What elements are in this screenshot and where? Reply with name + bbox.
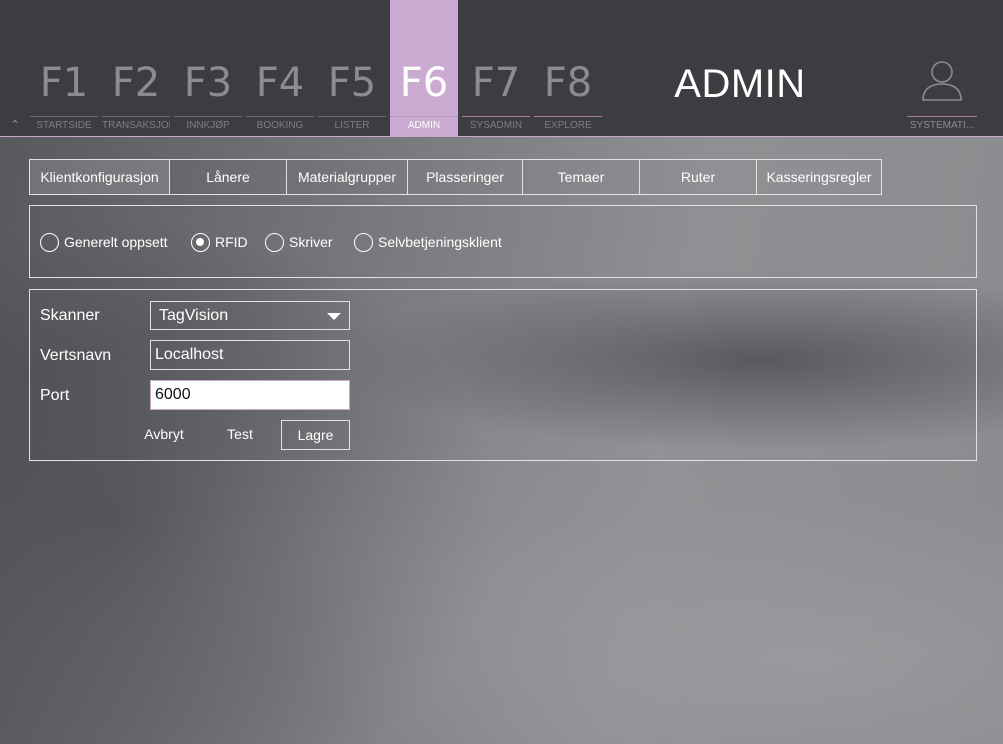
scanner-label: Skanner [40,307,100,324]
collapse-chevron-up-icon[interactable]: ⌃ [8,118,22,132]
fkey-f2-transaksjon[interactable]: F2 TRANSAKSJON [102,0,170,136]
fkey-number: F5 [327,60,377,106]
module-title: ADMIN [674,62,806,106]
radio-rfid[interactable]: RFID [191,232,248,252]
radio-generelt-oppsett[interactable]: Generelt oppsett [40,232,168,252]
fkey-f5-lister[interactable]: F5 LISTER [318,0,386,136]
fkey-number: F3 [183,60,233,106]
tab-lanere[interactable]: Lånere [170,159,287,195]
fkey-label: STARTSIDE [30,116,98,136]
tab-temaer[interactable]: Temaer [523,159,640,195]
user-menu-button[interactable]: SYSTEMATI... [907,55,977,136]
user-icon [922,61,962,101]
tab-klientkonfigurasjon[interactable]: Klientkonfigurasjon [29,159,170,195]
fkey-number: F8 [543,60,593,106]
hostname-input[interactable] [150,340,350,370]
tab-ruter[interactable]: Ruter [640,159,757,195]
port-input[interactable] [150,380,350,410]
cancel-button[interactable]: Avbryt [134,420,194,450]
fkey-f8-explore[interactable]: F8 EXPLORE [534,0,602,136]
radio-circle [265,232,284,252]
fkey-f6-admin[interactable]: F6 ADMIN [390,0,458,136]
radio-circle [191,232,210,252]
radio-skriver[interactable]: Skriver [265,232,333,252]
top-navigation-bar: ⌃ F1 STARTSIDE F2 TRANSAKSJON F3 INNKJØP… [0,0,1003,137]
radio-circle [354,232,373,252]
fkey-label: EXPLORE [534,116,602,136]
fkey-label: SYSADMIN [462,116,530,136]
radio-circle [40,232,59,252]
fkey-number: F2 [111,60,161,106]
radio-label: RFID [215,234,248,250]
fkey-number: F1 [39,60,89,106]
test-button[interactable]: Test [216,420,264,450]
fkey-f7-sysadmin[interactable]: F7 SYSADMIN [462,0,530,136]
config-type-panel: Generelt oppsett RFID Skriver Selvbetjen… [29,205,977,278]
fkey-label: ADMIN [390,116,458,136]
fkey-f4-booking[interactable]: F4 BOOKING [246,0,314,136]
fkey-number: F7 [471,60,521,106]
dropdown-caret-icon [327,313,341,320]
admin-tabs: Klientkonfigurasjon Lånere Materialgrupp… [29,159,882,195]
fkey-number: F6 [399,60,449,106]
fkey-f1-startside[interactable]: F1 STARTSIDE [30,0,98,136]
fkey-f3-innkjop[interactable]: F3 INNKJØP [174,0,242,136]
user-label: SYSTEMATI... [907,116,977,136]
fkey-number: F4 [255,60,305,106]
radio-label: Generelt oppsett [64,234,168,250]
scanner-select[interactable]: TagVision [150,301,350,330]
radio-label: Selvbetjeningsklient [378,234,502,250]
port-label: Port [40,387,70,404]
tab-materialgrupper[interactable]: Materialgrupper [287,159,408,195]
scanner-selected-value: TagVision [159,307,229,324]
tab-plasseringer[interactable]: Plasseringer [408,159,523,195]
fkey-label: TRANSAKSJON [102,116,170,136]
fkey-label: INNKJØP [174,116,242,136]
radio-selvbetjeningsklient[interactable]: Selvbetjeningsklient [354,232,502,252]
rfid-settings-form: Skanner TagVision Vertsnavn Port Avbryt … [29,289,977,461]
radio-label: Skriver [289,234,333,250]
hostname-label: Vertsnavn [40,347,112,364]
save-button[interactable]: Lagre [281,420,350,450]
fkey-label: LISTER [318,116,386,136]
tab-kasseringsregler[interactable]: Kasseringsregler [757,159,882,195]
fkey-label: BOOKING [246,116,314,136]
